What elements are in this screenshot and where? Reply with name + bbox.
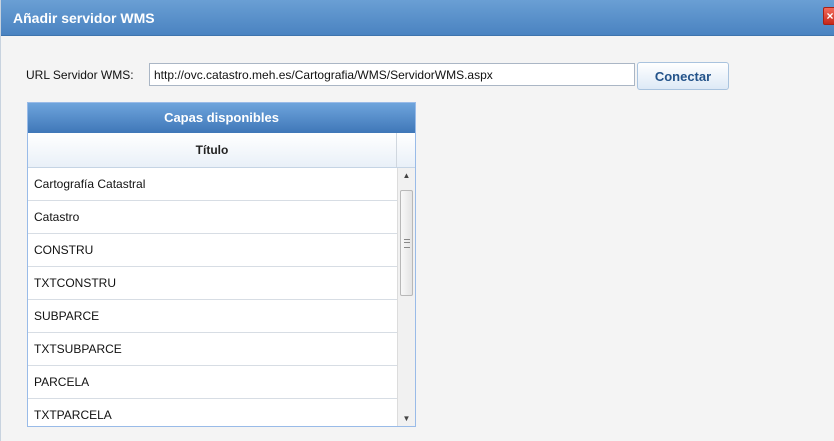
scrollbar-thumb[interactable]	[400, 190, 413, 296]
table-row[interactable]: TXTSUBPARCE	[28, 333, 398, 366]
table-row[interactable]: PARCELA	[28, 366, 398, 399]
vertical-scrollbar[interactable]: ▲ ▼	[397, 168, 415, 426]
column-header-filler	[396, 133, 415, 167]
table-row[interactable]: TXTCONSTRU	[28, 267, 398, 300]
column-header-row: Título	[28, 133, 415, 168]
add-wms-server-dialog: Añadir servidor WMS × URL Servidor WMS: …	[0, 0, 834, 441]
close-icon[interactable]: ×	[823, 7, 834, 25]
grip-icon	[404, 239, 410, 248]
table-row[interactable]: SUBPARCE	[28, 300, 398, 333]
available-layers-grid: Capas disponibles Título Cartografía Cat…	[27, 102, 416, 427]
scroll-down-icon[interactable]: ▼	[398, 411, 415, 426]
table-row[interactable]: CONSTRU	[28, 234, 398, 267]
table-row[interactable]: Cartografía Catastral	[28, 168, 398, 201]
url-server-label: URL Servidor WMS:	[26, 68, 134, 82]
layer-list: Cartografía Catastral Catastro CONSTRU T…	[28, 168, 398, 426]
table-row[interactable]: TXTPARCELA	[28, 399, 398, 426]
column-header-title[interactable]: Título	[28, 133, 396, 167]
scroll-up-icon[interactable]: ▲	[398, 168, 415, 184]
grid-body: Cartografía Catastral Catastro CONSTRU T…	[28, 168, 415, 426]
url-server-input[interactable]	[149, 63, 635, 86]
connect-button[interactable]: Conectar	[637, 62, 729, 90]
dialog-title-bar[interactable]: Añadir servidor WMS ×	[1, 0, 834, 36]
table-row[interactable]: Catastro	[28, 201, 398, 234]
dialog-title: Añadir servidor WMS	[13, 10, 155, 26]
grid-header: Capas disponibles	[28, 103, 415, 133]
